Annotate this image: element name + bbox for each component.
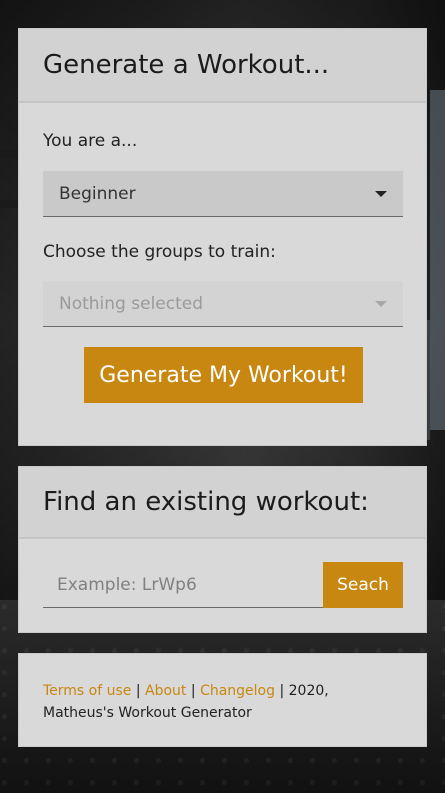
muscle-groups-select-value: Nothing selected (59, 293, 204, 314)
about-link[interactable]: About (145, 683, 186, 699)
footer-text: Terms of use | About | Changelog | 2020,… (43, 680, 402, 724)
muscle-groups-select[interactable]: Nothing selected (43, 281, 403, 327)
changelog-link[interactable]: Changelog (200, 683, 275, 699)
caret-down-icon (375, 300, 387, 307)
generate-workout-title: Generate a Workout... (43, 50, 330, 80)
groups-label: Choose the groups to train: (43, 242, 276, 262)
find-workout-header: Find an existing workout: (19, 467, 426, 539)
level-select-value: Beginner (59, 183, 136, 204)
footer-separator: | (186, 683, 201, 699)
generate-workout-card: Generate a Workout... You are a... Begin… (18, 28, 427, 446)
generate-workout-header: Generate a Workout... (19, 29, 426, 103)
search-button[interactable]: Seach (323, 562, 403, 608)
footer-separator: | (131, 683, 146, 699)
caret-down-icon (375, 190, 387, 197)
generate-workout-button[interactable]: Generate My Workout! (84, 347, 363, 403)
workout-code-input[interactable] (43, 562, 324, 608)
find-workout-card: Find an existing workout: Seach (18, 466, 427, 633)
search-group: Seach (43, 562, 403, 608)
level-select[interactable]: Beginner (43, 171, 403, 217)
terms-of-use-link[interactable]: Terms of use (43, 683, 131, 699)
find-workout-title: Find an existing workout: (43, 487, 369, 517)
level-label: You are a... (43, 131, 138, 151)
footer-card: Terms of use | About | Changelog | 2020,… (18, 653, 427, 747)
